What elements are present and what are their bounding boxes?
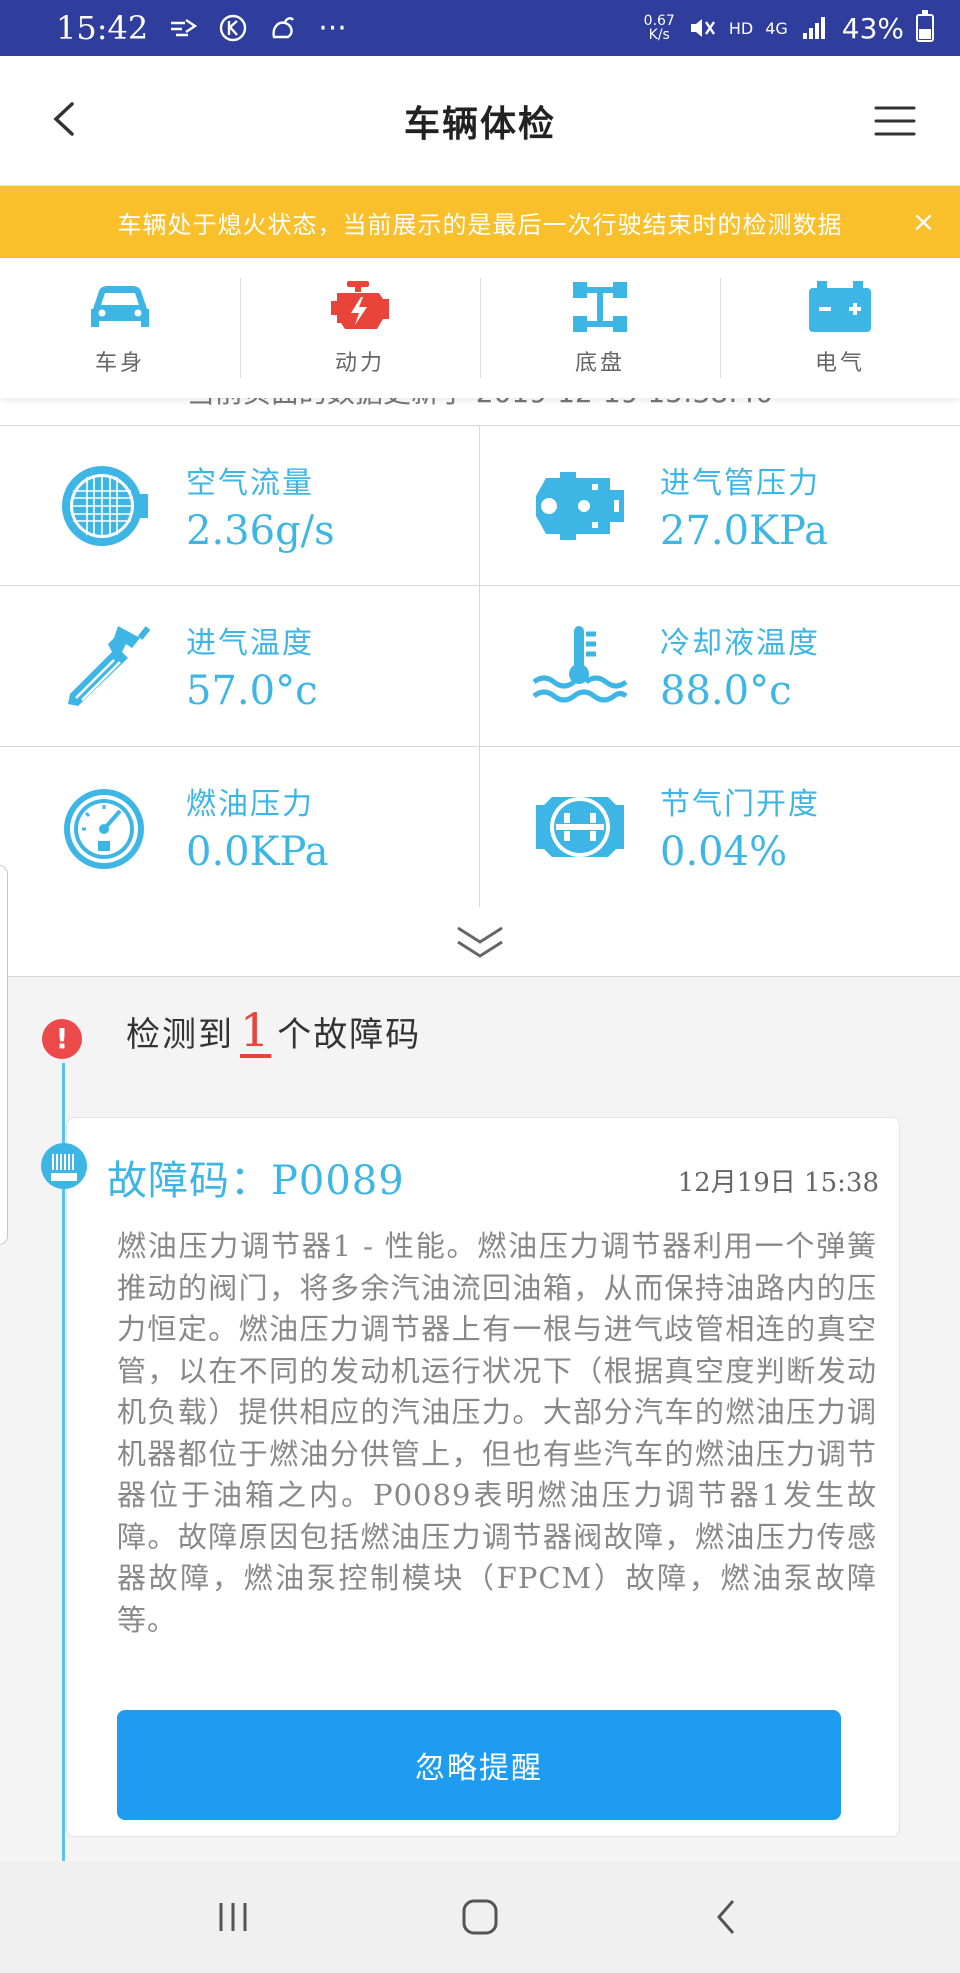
tab-chassis-label: 底盘 [574, 351, 625, 376]
status-bar: 15:42 ··· 0.67 K/s HD 4G 43% [0, 0, 960, 56]
tab-chassis[interactable]: 底盘 [480, 258, 720, 398]
fault-description: 燃油压力调节器1 - 性能。燃油压力调节器利用一个弹簧推动的阀门，将多余汽油流回… [117, 1229, 877, 1637]
home-button[interactable] [450, 1887, 510, 1947]
metric-name: 燃油压力 [186, 787, 314, 822]
metrics-grid: 空气流量 2.36g/s 进气管压力 27.0KPa 进气温度 57.0°c 冷… [0, 425, 960, 908]
metric-fuel-pressure: 燃油压力 0.0KPa [0, 747, 480, 908]
category-tabs: 车身 动力 底盘 电气 [0, 258, 960, 398]
metric-name: 空气流量 [186, 465, 314, 501]
signal-icon [802, 17, 825, 39]
signal-type: 4G [765, 18, 788, 38]
tab-electrical[interactable]: 电气 [720, 258, 960, 398]
metric-coolant-temperature: 冷却液温度 88.0°c [480, 586, 960, 747]
more-notifications: ··· [318, 10, 347, 46]
metric-intake-temperature: 进气温度 57.0°c [0, 586, 480, 747]
fault-code: 故障码：P0089 [107, 1158, 405, 1204]
app-header: 车辆体检 [0, 56, 960, 186]
metric-value: 57.0°c [186, 668, 318, 714]
chassis-icon [573, 282, 627, 332]
double-chevron-down-icon [457, 926, 503, 958]
page-title: 车辆体检 [403, 103, 556, 145]
back-button[interactable] [697, 1887, 757, 1947]
throttle-icon [536, 797, 624, 857]
metric-value: 88.0°c [660, 668, 792, 714]
engine-icon [331, 281, 389, 329]
recent-apps-icon [219, 1903, 247, 1931]
engine-off-notice: 车辆处于熄火状态，当前展示的是最后一次行驶结束时的检测数据 × [0, 186, 960, 258]
expand-button[interactable] [0, 907, 960, 977]
metric-value: 0.0KPa [186, 829, 329, 875]
coolant-temperature-icon [532, 626, 628, 703]
barcode-icon [41, 1143, 87, 1189]
metric-name: 节气门开度 [660, 787, 820, 822]
air-filter-icon [62, 465, 148, 546]
metric-air-flow: 空气流量 2.36g/s [0, 426, 480, 586]
metric-name: 进气管压力 [660, 465, 820, 501]
fault-count-title: 检测到 1 个故障码 [126, 1003, 422, 1057]
cast-icon [171, 19, 198, 37]
metric-throttle-opening: 节气门开度 0.04% [480, 747, 960, 908]
fuel-gauge-icon [64, 789, 144, 869]
notice-text: 车辆处于熄火状态，当前展示的是最后一次行驶结束时的检测数据 [117, 210, 843, 239]
tab-power[interactable]: 动力 [240, 258, 480, 398]
hd-indicator: HD [728, 18, 754, 38]
squirrel-app-icon [272, 17, 295, 39]
fault-count: 1 [240, 1003, 272, 1057]
recent-apps-button[interactable] [203, 1887, 263, 1947]
tab-power-label: 动力 [334, 351, 385, 376]
alert-icon: ! [42, 1019, 82, 1059]
intake-sensor-icon [536, 471, 624, 540]
battery-icon [809, 281, 871, 332]
metric-value: 0.04% [660, 829, 788, 875]
metric-value: 2.36g/s [186, 507, 335, 554]
tab-body[interactable]: 车身 [0, 258, 240, 398]
temperature-probe-icon [68, 626, 151, 706]
metric-name: 冷却液温度 [660, 626, 820, 661]
fault-card: 故障码：P0089 12月19日 15:38 燃油压力调节器1 - 性能。燃油压… [66, 1117, 900, 1837]
metric-intake-pressure: 进气管压力 27.0KPa [480, 426, 960, 586]
battery-percent: 43% [841, 11, 904, 45]
metric-value: 27.0KPa [660, 507, 828, 554]
metric-name: 进气温度 [186, 626, 314, 661]
back-icon[interactable] [40, 94, 90, 144]
mute-icon [690, 19, 715, 37]
side-drawer-handle[interactable] [0, 865, 8, 1245]
status-time: 15:42 [56, 9, 149, 47]
car-icon [91, 286, 149, 327]
k-app-icon [220, 14, 247, 42]
fault-time: 12月19日 15:38 [677, 1168, 879, 1198]
network-speed: 0.67 K/s [643, 13, 675, 43]
menu-icon[interactable] [870, 96, 920, 146]
tab-electrical-label: 电气 [814, 351, 865, 376]
system-nav-bar [0, 1861, 960, 1973]
tab-body-label: 车身 [94, 351, 145, 376]
battery-icon [916, 10, 934, 42]
back-arrow-icon [716, 1900, 734, 1934]
home-icon [462, 1899, 498, 1935]
fault-section: ! 检测到 1 个故障码 故障码：P0089 12月19日 15:38 燃油压力… [0, 977, 960, 1863]
close-icon[interactable]: × [906, 204, 942, 240]
ignore-reminder-button[interactable]: 忽略提醒 [117, 1710, 841, 1820]
